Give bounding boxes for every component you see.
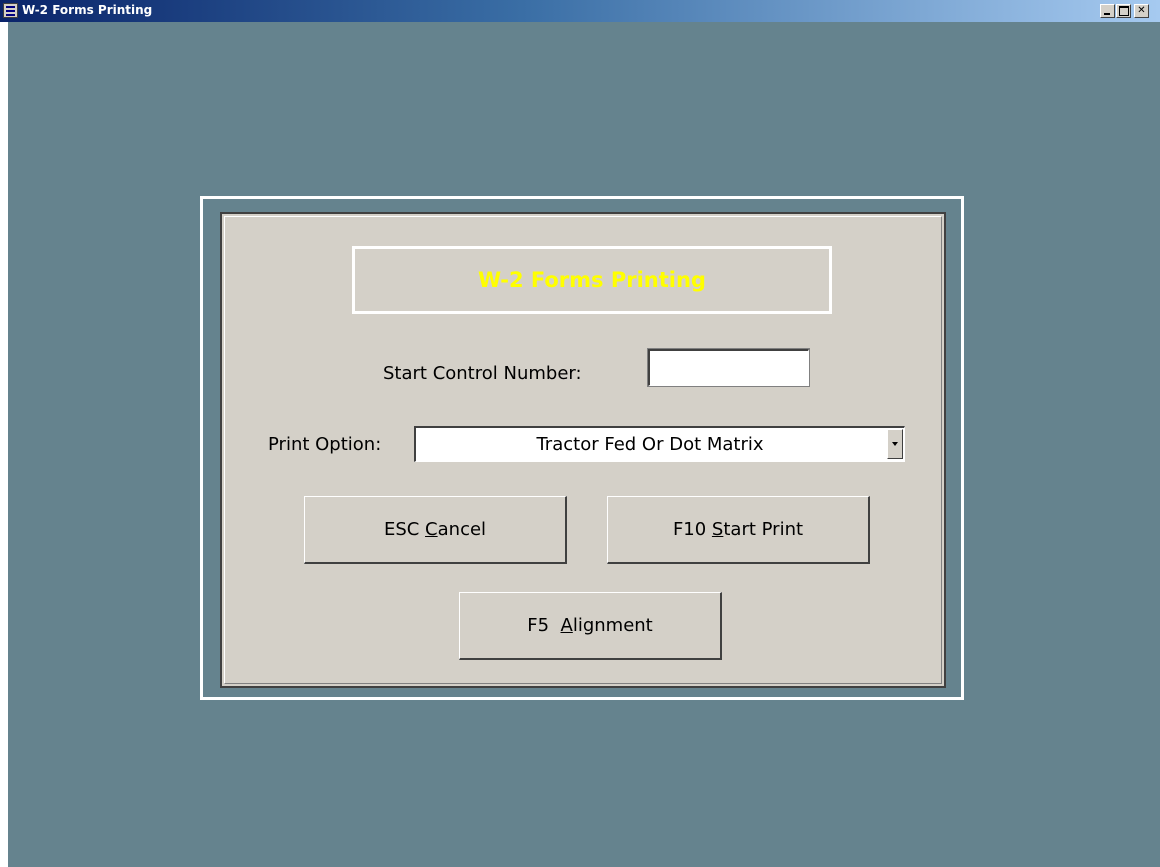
- alignment-button-prefix: F5: [527, 615, 561, 636]
- dialog-heading: W-2 Forms Printing: [478, 268, 706, 292]
- cancel-button-prefix: ESC: [383, 519, 426, 540]
- maximize-button[interactable]: [1116, 4, 1131, 18]
- start-print-button[interactable]: F10 Start Print: [607, 496, 870, 564]
- app-window: W-2 Forms Printing W-2 Forms Printing St…: [0, 0, 1160, 867]
- title-bar[interactable]: W-2 Forms Printing: [0, 0, 1160, 22]
- minimize-button[interactable]: [1100, 4, 1115, 18]
- window-left-edge: [0, 0, 8, 867]
- cancel-button-mnemonic: C: [425, 519, 438, 540]
- print-option-selected-value: Tractor Fed Or Dot Matrix: [536, 434, 764, 455]
- start-control-number-label: Start Control Number:: [383, 363, 582, 384]
- start-print-button-prefix: F10: [672, 519, 712, 540]
- start-print-button-mnemonic: S: [711, 519, 724, 540]
- app-icon[interactable]: [3, 3, 18, 18]
- alignment-button-mnemonic: A: [560, 615, 573, 636]
- start-control-number-input[interactable]: [647, 348, 810, 387]
- cancel-button-rest: ancel: [437, 519, 487, 540]
- print-option-select[interactable]: Tractor Fed Or Dot Matrix: [414, 426, 905, 462]
- start-print-button-rest: tart Print: [723, 519, 804, 540]
- alignment-button-rest: lignment: [572, 615, 653, 636]
- close-button[interactable]: [1134, 4, 1149, 18]
- cancel-button[interactable]: ESC Cancel: [304, 496, 567, 564]
- dialog-heading-box: W-2 Forms Printing: [352, 246, 832, 314]
- alignment-button[interactable]: F5 Alignment: [459, 592, 722, 660]
- window-title: W-2 Forms Printing: [22, 3, 153, 17]
- dropdown-arrow-icon[interactable]: [887, 429, 903, 459]
- print-option-label: Print Option:: [268, 434, 382, 455]
